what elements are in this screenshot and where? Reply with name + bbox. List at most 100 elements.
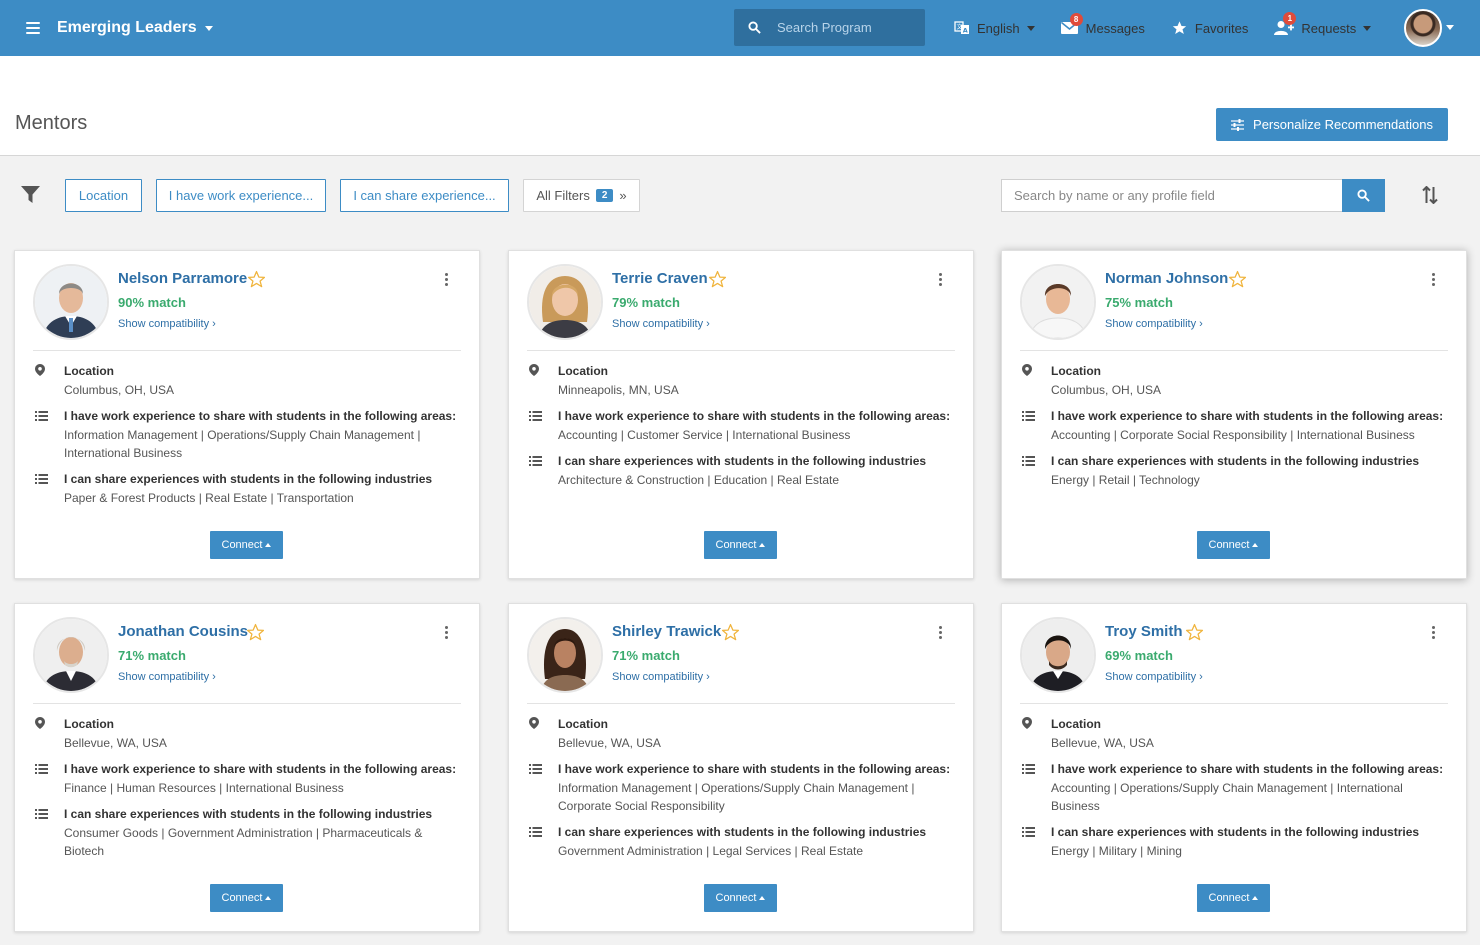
match-score: 71% match (612, 648, 680, 663)
connect-button[interactable]: Connect (1197, 884, 1270, 912)
mentor-name[interactable]: Shirley Trawick (612, 623, 721, 640)
star-outline-icon[interactable] (247, 270, 266, 289)
map-pin-icon (529, 364, 539, 376)
list-icon (529, 827, 542, 837)
avatar[interactable] (33, 264, 109, 340)
star-outline-icon[interactable] (721, 623, 740, 642)
avatar[interactable] (1020, 264, 1096, 340)
show-compatibility-link[interactable]: Show compatibility › (1105, 671, 1203, 683)
mentor-name[interactable]: Norman Johnson (1105, 270, 1228, 287)
star-outline-icon[interactable] (708, 270, 727, 289)
caret-up-icon (265, 543, 272, 547)
sort-icon[interactable] (1422, 186, 1438, 204)
chevron-down-icon[interactable] (1446, 25, 1454, 30)
field-value: Columbus, OH, USA (1051, 383, 1162, 397)
messages-link[interactable]: 8 Messages (1060, 12, 1145, 36)
field-value: Bellevue, WA, USA (558, 736, 661, 750)
field-title: Location (558, 717, 608, 731)
star-icon (1172, 21, 1187, 34)
show-compatibility-label: Show compatibility (118, 318, 210, 330)
messages-badge: 8 (1069, 12, 1083, 26)
svg-text:A: A (963, 27, 968, 35)
sliders-icon (1231, 118, 1245, 131)
field-value: Minneapolis, MN, USA (558, 383, 679, 397)
field-value: Architecture & Construction | Education … (558, 473, 840, 487)
avatar[interactable] (1020, 617, 1096, 693)
kebab-icon[interactable] (443, 273, 449, 286)
page-header: Mentors Personalize Recommendations (0, 56, 1480, 156)
chevron-down-icon (1026, 25, 1035, 31)
connect-button[interactable]: Connect (704, 884, 777, 912)
mentor-name[interactable]: Terrie Craven (612, 270, 708, 287)
field-title: I have work experience to share with stu… (558, 762, 951, 776)
divider (1020, 703, 1448, 704)
program-switcher[interactable]: Emerging Leaders (57, 19, 213, 37)
caret-up-icon (759, 543, 766, 547)
field-value: Paper & Forest Products | Real Estate | … (64, 491, 354, 505)
list-icon (1022, 764, 1035, 774)
kebab-icon[interactable] (937, 626, 943, 639)
requests-link[interactable]: 1 Requests (1274, 12, 1372, 36)
kebab-icon[interactable] (1430, 273, 1436, 286)
avatar[interactable] (527, 264, 603, 340)
field-value: Bellevue, WA, USA (1051, 736, 1154, 750)
share-experience-filter[interactable]: I can share experience... (340, 179, 509, 212)
kebab-icon[interactable] (1430, 626, 1436, 639)
field-title: I have work experience to share with stu… (558, 409, 951, 423)
list-icon (529, 411, 542, 421)
kebab-icon[interactable] (443, 626, 449, 639)
all-filters-button[interactable]: All Filters 2 » (523, 179, 640, 212)
connect-button[interactable]: Connect (704, 531, 777, 559)
location-filter[interactable]: Location (65, 179, 142, 212)
mentor-card: Shirley Trawick 71% match Show compatibi… (508, 603, 974, 932)
connect-button[interactable]: Connect (1197, 531, 1270, 559)
list-icon (529, 764, 542, 774)
field-title: I can share experiences with students in… (64, 472, 433, 486)
chevron-down-icon (204, 25, 213, 31)
mentor-search-button[interactable] (1342, 179, 1385, 212)
connect-button[interactable]: Connect (210, 884, 283, 912)
field-value: Government Administration | Legal Servic… (558, 844, 864, 858)
show-compatibility-link[interactable]: Show compatibility › (118, 671, 216, 683)
field-title: Location (558, 364, 608, 378)
mentor-name[interactable]: Nelson Parramore (118, 270, 247, 287)
divider (527, 703, 955, 704)
filter-icon[interactable] (21, 186, 40, 204)
connect-label: Connect (1208, 539, 1250, 551)
show-compatibility-link[interactable]: Show compatibility › (1105, 318, 1203, 330)
show-compatibility-link[interactable]: Show compatibility › (612, 671, 710, 683)
requests-badge: 1 (1283, 12, 1297, 25)
connect-button[interactable]: Connect (210, 531, 283, 559)
user-avatar[interactable] (1404, 9, 1442, 47)
match-score: 79% match (612, 295, 680, 310)
mentor-name[interactable]: Troy Smith (1105, 623, 1183, 640)
field-title: I have work experience to share with stu… (1051, 409, 1444, 423)
mentor-search-input[interactable] (1001, 179, 1343, 212)
field-value: Energy | Retail | Technology (1051, 473, 1200, 487)
field-title: I can share experiences with students in… (1051, 825, 1420, 839)
kebab-icon[interactable] (937, 273, 943, 286)
field-title: I have work experience to share with stu… (64, 762, 457, 776)
avatar[interactable] (527, 617, 603, 693)
favorites-link[interactable]: Favorites (1171, 20, 1248, 36)
field-title: I can share experiences with students in… (558, 825, 927, 839)
avatar[interactable] (33, 617, 109, 693)
work-experience-filter[interactable]: I have work experience... (156, 179, 326, 212)
map-pin-icon (529, 717, 539, 729)
connect-label: Connect (715, 539, 757, 551)
mentor-card: Nelson Parramore 90% match Show compatib… (14, 250, 480, 579)
show-compatibility-link[interactable]: Show compatibility › (612, 318, 710, 330)
language-selector[interactable]: 文A English (954, 21, 1035, 36)
list-icon (529, 456, 542, 466)
personalize-recommendations-button[interactable]: Personalize Recommendations (1216, 108, 1448, 141)
map-pin-icon (1022, 717, 1032, 729)
show-compatibility-link[interactable]: Show compatibility › (118, 318, 216, 330)
star-outline-icon[interactable] (246, 623, 265, 642)
mentor-name[interactable]: Jonathan Cousins (118, 623, 248, 640)
language-label: English (977, 20, 1020, 36)
field-title: I have work experience to share with stu… (64, 409, 457, 423)
star-outline-icon[interactable] (1185, 623, 1204, 642)
program-search-input[interactable] (777, 20, 917, 35)
star-outline-icon[interactable] (1228, 270, 1247, 289)
menu-icon[interactable] (26, 22, 40, 34)
